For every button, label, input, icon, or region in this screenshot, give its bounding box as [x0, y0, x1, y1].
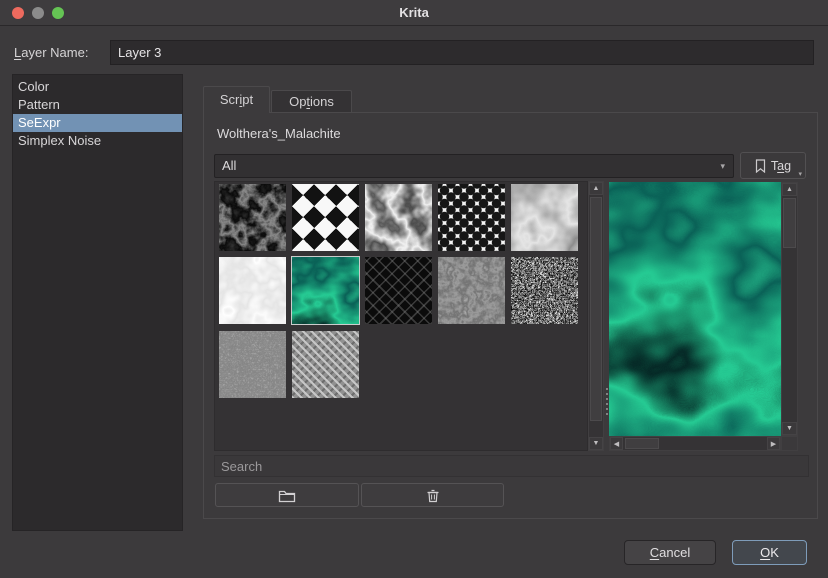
pattern-grid: [214, 181, 588, 451]
pattern-thumbnail[interactable]: [511, 257, 578, 324]
scroll-left-button[interactable]: ◀: [610, 437, 623, 450]
generator-list-item-color[interactable]: Color: [13, 78, 182, 96]
splitter-grip-icon: [606, 388, 608, 418]
scroll-up-button[interactable]: ▲: [782, 183, 797, 196]
import-resource-button[interactable]: [215, 483, 359, 507]
generator-list-item-simplex-noise[interactable]: Simplex Noise: [13, 132, 182, 150]
generator-list-item-pattern[interactable]: Pattern: [13, 96, 182, 114]
scroll-up-button[interactable]: ▲: [589, 182, 603, 195]
window-title: Krita: [0, 0, 828, 26]
selected-resource-name: Wolthera's_Malachite: [217, 126, 341, 141]
preview-vertical-scrollbar[interactable]: ▲ ▼: [781, 182, 798, 436]
cancel-button[interactable]: Cancel: [624, 540, 716, 565]
new-layer-dialog: Krita Layer Name: Color Pattern SeExpr S…: [0, 0, 828, 578]
pattern-thumbnail[interactable]: [438, 184, 505, 251]
scroll-thumb[interactable]: [590, 197, 602, 421]
chevron-down-icon: ▾: [720, 155, 725, 177]
pattern-thumbnail[interactable]: [292, 184, 359, 251]
pattern-thumbnail[interactable]: [219, 184, 286, 251]
layer-name-input[interactable]: [110, 40, 814, 65]
tag-button[interactable]: Tag ▾: [740, 152, 806, 179]
search-input[interactable]: [214, 455, 809, 477]
pattern-thumbnail[interactable]: [292, 331, 359, 398]
pattern-thumbnail[interactable]: [219, 331, 286, 398]
generator-list-item-seexpr-selected[interactable]: SeExpr: [13, 114, 182, 132]
pattern-thumbnail[interactable]: [365, 257, 432, 324]
generator-type-list: Color Pattern SeExpr Simplex Noise: [12, 74, 183, 531]
scrollbar-corner: [781, 436, 798, 451]
pattern-thumbnail[interactable]: [365, 184, 432, 251]
tag-button-label: Tag: [771, 159, 791, 173]
pattern-grid-scrollbar[interactable]: ▲ ▼: [588, 181, 604, 451]
layer-name-label: Layer Name:: [14, 45, 88, 60]
scroll-right-button[interactable]: ▶: [767, 437, 780, 450]
folder-icon: [278, 488, 296, 503]
tag-filter-value: All: [222, 158, 236, 173]
pattern-thumbnail[interactable]: [438, 257, 505, 324]
pattern-preview[interactable]: [609, 182, 781, 436]
pattern-thumbnail-selected[interactable]: [292, 257, 359, 324]
scroll-down-button[interactable]: ▼: [782, 422, 797, 435]
preview-horizontal-scrollbar[interactable]: ◀ ▶: [609, 436, 781, 451]
scroll-thumb[interactable]: [625, 438, 659, 449]
tag-filter-dropdown[interactable]: All ▾: [214, 154, 734, 178]
pattern-thumbnail[interactable]: [511, 184, 578, 251]
trash-icon: [426, 488, 440, 503]
delete-resource-button[interactable]: [361, 483, 504, 507]
pattern-thumbnail[interactable]: [219, 257, 286, 324]
titlebar[interactable]: Krita: [0, 0, 828, 26]
scroll-thumb[interactable]: [783, 198, 796, 248]
tab-script[interactable]: Script: [203, 86, 270, 113]
bookmark-icon: [755, 159, 766, 173]
script-tab-pane: Wolthera's_Malachite All ▾ Tag ▾: [203, 112, 818, 519]
scroll-down-button[interactable]: ▼: [589, 437, 603, 450]
chevron-down-icon: ▾: [798, 170, 802, 178]
tab-options[interactable]: Options: [271, 90, 352, 113]
ok-button[interactable]: OK: [732, 540, 807, 565]
